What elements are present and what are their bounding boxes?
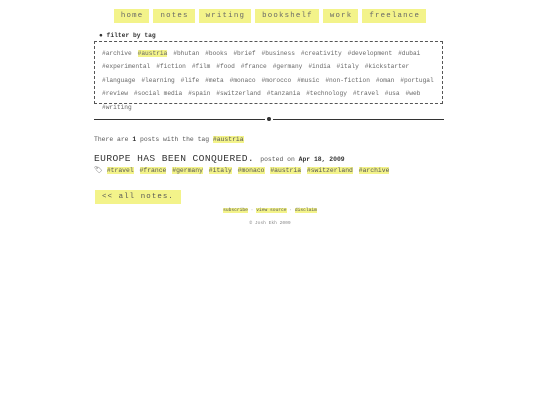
filter-tag-oman[interactable]: #oman: [376, 77, 395, 84]
filter-tag-tanzania[interactable]: #tanzania: [267, 90, 300, 97]
filter-tag-technology[interactable]: #technology: [306, 90, 347, 97]
filter-tag-social-media[interactable]: #social media: [134, 90, 182, 97]
filter-tag-austria[interactable]: #austria: [137, 50, 168, 57]
filter-tag-business[interactable]: #business: [262, 50, 295, 57]
bullet-icon: [267, 117, 271, 121]
filter-tag-brief[interactable]: #brief: [233, 50, 255, 57]
filter-tag-books[interactable]: #books: [205, 50, 227, 57]
post-tag-monaco[interactable]: #monaco: [237, 167, 265, 174]
nav-notes[interactable]: notes: [153, 9, 195, 23]
filter-tag-writing[interactable]: #writing: [102, 104, 132, 111]
results-summary: There are 1 posts with the tag #austria: [94, 136, 244, 143]
post-tags: 🏷︎ #travel #france #germany #italy #mona…: [94, 166, 391, 175]
filter-tag-india[interactable]: #india: [308, 63, 330, 70]
post-tag-archive[interactable]: #archive: [358, 167, 390, 174]
filter-tag-life[interactable]: #life: [181, 77, 200, 84]
nav-work[interactable]: work: [322, 9, 359, 23]
filter-tag-web[interactable]: #web: [406, 90, 421, 97]
filter-tag-archive[interactable]: #archive: [102, 50, 132, 57]
filter-tag-portugal[interactable]: #portugal: [400, 77, 433, 84]
tag-filter-box: #archive #austria #bhutan #books #brief …: [94, 41, 443, 111]
filter-tag-experimental[interactable]: #experimental: [102, 63, 150, 70]
filter-tag-germany[interactable]: #germany: [273, 63, 303, 70]
filter-tag-morocco[interactable]: #morocco: [262, 77, 292, 84]
filter-heading: ● filter by tag: [99, 32, 156, 39]
results-tag-link[interactable]: #austria: [212, 136, 244, 143]
disclaim-link[interactable]: disclaim: [294, 208, 317, 213]
results-middle: posts with the tag: [140, 136, 210, 143]
results-count: 1: [132, 136, 137, 143]
post-tag-travel[interactable]: #travel: [106, 167, 134, 174]
post-tag-germany[interactable]: #germany: [172, 167, 203, 174]
filter-tag-meta[interactable]: #meta: [205, 77, 224, 84]
divider-line-right: [273, 119, 444, 120]
filter-tag-fiction[interactable]: #fiction: [156, 63, 186, 70]
nav-freelance[interactable]: freelance: [362, 9, 427, 23]
copyright: © Josh Ekh 2009: [249, 221, 291, 226]
all-notes-button[interactable]: << all notes.: [95, 190, 181, 204]
filter-tag-france[interactable]: #france: [241, 63, 267, 70]
post-tag-switzerland[interactable]: #switzerland: [306, 167, 353, 174]
filter-tag-non-fiction[interactable]: #non-fiction: [325, 77, 370, 84]
nav-home[interactable]: home: [113, 9, 150, 23]
tag-icon: 🏷︎: [94, 167, 103, 175]
filter-tag-italy[interactable]: #italy: [337, 63, 359, 70]
filter-tag-creativity[interactable]: #creativity: [301, 50, 342, 57]
filter-tag-bhutan[interactable]: #bhutan: [173, 50, 199, 57]
filter-tag-spain[interactable]: #spain: [188, 90, 210, 97]
posted-on-label: posted on: [260, 156, 295, 163]
post-entry: EUROPE HAS BEEN CONQUERED. posted on Apr…: [94, 153, 345, 164]
filter-tag-monaco[interactable]: #monaco: [230, 77, 256, 84]
filter-tag-film[interactable]: #film: [192, 63, 211, 70]
subscribe-link[interactable]: subscribe: [223, 208, 248, 213]
main-nav: home notes writing bookshelf work freela…: [0, 9, 540, 23]
footer-separator: ·: [250, 208, 254, 213]
post-tag-italy[interactable]: #italy: [208, 167, 232, 174]
filter-tag-learning[interactable]: #learning: [141, 77, 174, 84]
filter-tag-music[interactable]: #music: [297, 77, 319, 84]
footer-separator: ·: [289, 208, 293, 213]
filter-tag-development[interactable]: #development: [348, 50, 393, 57]
nav-bookshelf[interactable]: bookshelf: [255, 9, 319, 23]
post-tag-austria[interactable]: #austria: [270, 167, 302, 174]
filter-tag-food[interactable]: #food: [216, 63, 235, 70]
filter-tag-travel[interactable]: #travel: [353, 90, 379, 97]
divider-line-left: [94, 119, 265, 120]
post-tag-france[interactable]: #france: [139, 167, 167, 174]
results-prefix: There are: [94, 136, 129, 143]
filter-tag-switzerland[interactable]: #switzerland: [216, 90, 261, 97]
footer-links: subscribe · view source · disclaim: [0, 208, 540, 213]
filter-tag-kickstarter[interactable]: #kickstarter: [365, 63, 410, 70]
view-source-link[interactable]: view source: [256, 208, 287, 213]
post-date: Apr 18, 2009: [298, 156, 345, 163]
filter-tag-dubai[interactable]: #dubai: [398, 50, 420, 57]
post-title-link[interactable]: EUROPE HAS BEEN CONQUERED.: [94, 153, 254, 164]
nav-writing[interactable]: writing: [198, 9, 252, 23]
filter-tag-review[interactable]: #review: [102, 90, 128, 97]
filter-tag-usa[interactable]: #usa: [385, 90, 400, 97]
section-divider: [94, 117, 444, 122]
post-meta: posted on Apr 18, 2009: [260, 156, 344, 163]
filter-tag-language[interactable]: #language: [102, 77, 135, 84]
